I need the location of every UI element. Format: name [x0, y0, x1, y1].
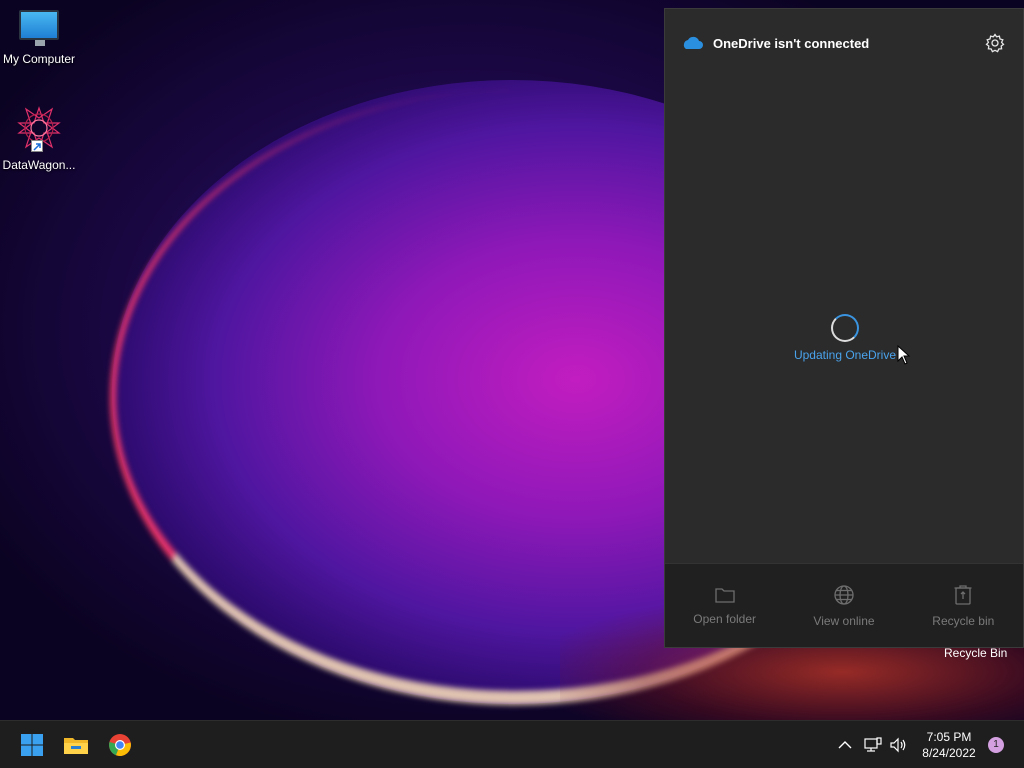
- open-folder-button[interactable]: Open folder: [665, 564, 784, 647]
- recycle-bin-icon: [954, 584, 972, 605]
- shortcut-arrow-icon: [31, 140, 43, 152]
- monitor-icon: [19, 10, 59, 46]
- desktop-icon-datawagon[interactable]: DataWagon...: [0, 106, 78, 172]
- settings-button[interactable]: [983, 31, 1007, 55]
- onedrive-cloud-icon: [683, 36, 703, 49]
- flyout-header: OneDrive isn't connected: [665, 9, 1023, 77]
- spinner-icon: [831, 314, 859, 342]
- loading-indicator: Updating OneDrive: [665, 314, 1024, 362]
- view-online-label: View online: [813, 613, 875, 628]
- clock-date: 8/24/2022: [922, 746, 976, 760]
- network-icon: [864, 737, 882, 752]
- chevron-up-icon: [838, 741, 852, 749]
- volume-button[interactable]: [886, 731, 912, 759]
- recycle-bin-button[interactable]: Recycle bin: [904, 564, 1023, 647]
- start-button[interactable]: [18, 731, 46, 759]
- folder-icon: [715, 587, 735, 603]
- chrome-icon: [109, 734, 131, 757]
- windows-logo-icon: [21, 734, 43, 756]
- clock-time: 7:05 PM: [926, 730, 972, 744]
- onedrive-flyout: OneDrive isn't connected Updating OneDri…: [664, 8, 1024, 648]
- folder-icon: [64, 738, 88, 754]
- datawagon-icon: [17, 106, 61, 152]
- desktop-icon-my-computer[interactable]: My Computer: [0, 10, 78, 66]
- clock[interactable]: 7:05 PM 8/24/2022: [912, 729, 986, 761]
- notification-badge[interactable]: 1: [988, 737, 1004, 753]
- flyout-footer: Open folder View online Recycle bin: [665, 563, 1023, 647]
- view-online-button[interactable]: View online: [784, 564, 903, 647]
- tooltip: Recycle Bin: [944, 646, 1008, 660]
- file-explorer-button[interactable]: [62, 731, 90, 759]
- recycle-bin-label: Recycle bin: [932, 613, 995, 628]
- status-text: Updating OneDrive: [793, 348, 897, 362]
- desktop-icon-label: My Computer: [2, 52, 76, 66]
- gear-icon: [985, 33, 1005, 53]
- desktop-icon-label: DataWagon...: [2, 158, 76, 172]
- network-button[interactable]: [860, 731, 886, 759]
- show-hidden-icons-button[interactable]: [832, 731, 858, 759]
- chrome-button[interactable]: [106, 731, 134, 759]
- globe-icon: [834, 584, 854, 605]
- speaker-icon: [890, 737, 906, 753]
- open-folder-label: Open folder: [693, 611, 757, 626]
- taskbar: 7:05 PM 8/24/2022 1: [0, 720, 1024, 768]
- mouse-cursor-icon: [897, 345, 911, 365]
- flyout-title: OneDrive isn't connected: [713, 35, 870, 51]
